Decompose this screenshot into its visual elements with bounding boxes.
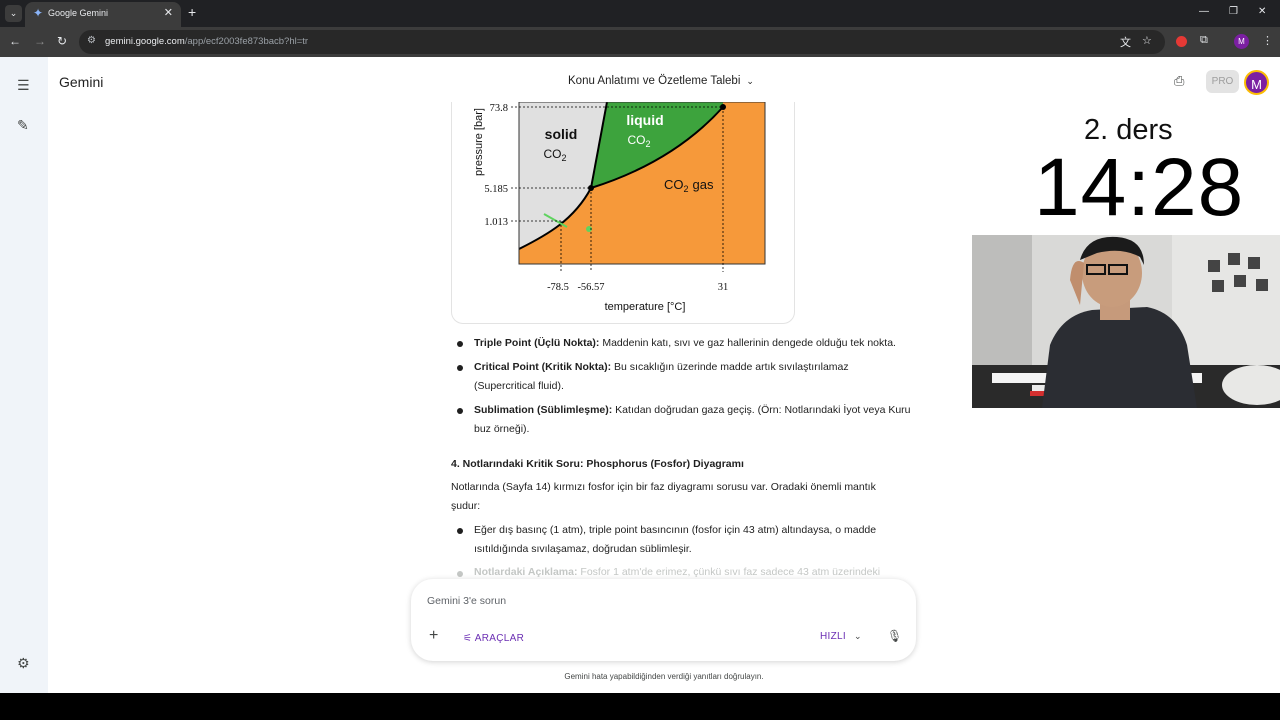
account-avatar[interactable]: M <box>1244 70 1269 95</box>
print-icon[interactable]: ⎙ <box>1174 73 1184 89</box>
tools-button[interactable]: ⚟ ARAÇLAR <box>463 633 524 644</box>
screen: ⌄ ✦ Google Gemini ✕ + — ❐ ✕ ← → ↻ ⚙ gemi… <box>0 0 1280 720</box>
translate-icon[interactable]: 文 <box>1120 34 1131 50</box>
side-rail: ☰ ✎ ⚙ <box>0 57 48 693</box>
x-axis-label: temperature [°C] <box>605 301 686 313</box>
prompt-input[interactable]: Gemini 3'e sorun <box>427 595 506 607</box>
extension-icon[interactable] <box>1176 36 1187 47</box>
bullet-dot <box>457 365 463 371</box>
prompt-box: Gemini 3'e sorun + ⚟ ARAÇLAR HIZLI ⌄ 🎙 <box>411 579 916 661</box>
phase-diagram-card: solid CO2 liquid CO2 CO2 gas 73.8 5.185 1… <box>451 101 795 324</box>
url-text: gemini.google.com/app/ecf2003fe873bacb?h… <box>105 36 309 47</box>
tab-title: Google Gemini <box>48 8 109 18</box>
paragraph: Notlarında (Sayfa 14) kırmızı fosfor içi… <box>451 481 876 512</box>
model-speed-selector[interactable]: HIZLI ⌄ <box>820 631 862 642</box>
chevron-down-icon: ⌄ <box>746 76 754 86</box>
chevron-down-icon: ⌄ <box>853 631 862 641</box>
browser-toolbar: ← → ↻ ⚙ gemini.google.com/app/ecf2003fe8… <box>0 27 1280 57</box>
tools-sliders-icon: ⚟ <box>463 633 475 644</box>
list-item: Critical Point (Kritik Nokta): Bu sıcakl… <box>474 361 849 392</box>
solid-label: solid <box>545 126 578 142</box>
restore-button[interactable]: ❐ <box>1229 6 1238 17</box>
y-axis-label: pressure [bar] <box>473 108 485 176</box>
list-item: Eğer dış basınç (1 atm), triple point ba… <box>474 524 877 555</box>
bullet-dot <box>457 571 463 577</box>
gemini-brand: Gemini <box>59 74 104 90</box>
conversation-title[interactable]: Konu Anlatımı ve Özetleme Talebi ⌄ <box>568 75 754 87</box>
pro-badge[interactable]: PRO <box>1206 70 1239 93</box>
extensions-puzzle-icon[interactable]: ⧉ <box>1200 34 1208 47</box>
new-tab-button[interactable]: + <box>188 4 196 20</box>
disclaimer-text: Gemini hata yapabildiğinden verdiği yanı… <box>564 672 764 681</box>
menu-icon[interactable]: ☰ <box>17 77 30 94</box>
site-info-icon[interactable]: ⚙ <box>87 35 96 46</box>
y-tick-label: 1.013 <box>484 217 508 228</box>
browser-tab-strip: ⌄ ✦ Google Gemini ✕ + — ❐ ✕ <box>0 0 1280 27</box>
list-item: Notlardaki Açıklama: Fosfor 1 atm'de eri… <box>474 566 881 578</box>
reload-button[interactable]: ↻ <box>57 34 67 48</box>
close-window-button[interactable]: ✕ <box>1258 6 1266 17</box>
browser-profile-avatar[interactable]: M <box>1234 34 1249 49</box>
new-chat-icon[interactable]: ✎ <box>17 117 29 134</box>
phase-diagram: solid CO2 liquid CO2 CO2 gas 73.8 5.185 1… <box>473 101 766 313</box>
critical-point-marker <box>720 104 726 110</box>
taskbar-area <box>0 693 1280 720</box>
bullet-dot <box>457 408 463 414</box>
countdown-timer: 14:28 <box>1034 142 1245 233</box>
liquid-label: liquid <box>626 112 663 128</box>
webcam-image <box>972 235 1280 408</box>
triple-point-marker <box>588 185 594 191</box>
tab-search-button[interactable]: ⌄ <box>5 5 22 22</box>
minimize-button[interactable]: — <box>1199 6 1209 17</box>
x-tick-label: -56.57 <box>577 282 604 293</box>
forward-button[interactable]: → <box>34 34 46 48</box>
x-tick-label: -78.5 <box>547 282 569 293</box>
browser-menu-icon[interactable]: ⋮ <box>1262 34 1273 47</box>
y-tick-label: 5.185 <box>484 184 508 195</box>
list-item: Triple Point (Üçlü Nokta): Maddenin katı… <box>474 337 896 349</box>
bookmark-star-icon[interactable]: ☆ <box>1142 34 1152 47</box>
add-attachment-button[interactable]: + <box>429 627 438 645</box>
browser-tab[interactable]: ✦ Google Gemini ✕ <box>25 2 181 27</box>
microphone-icon[interactable]: 🎙 <box>887 629 902 643</box>
tab-close-icon[interactable]: ✕ <box>164 6 173 19</box>
address-bar[interactable]: ⚙ gemini.google.com/app/ecf2003fe873bacb… <box>79 30 1165 54</box>
list-item: Sublimation (Süblimleşme): Katıdan doğru… <box>474 404 911 435</box>
y-tick-label: 73.8 <box>490 103 508 114</box>
settings-gear-icon[interactable]: ⚙ <box>17 655 30 672</box>
bullet-dot <box>457 528 463 534</box>
webcam-overlay <box>972 235 1280 408</box>
gemini-favicon-icon: ✦ <box>33 6 44 20</box>
back-button[interactable]: ← <box>9 34 21 48</box>
x-tick-label: 31 <box>718 282 729 293</box>
bullet-dot <box>457 341 463 347</box>
section-heading: 4. Notlarındaki Kritik Soru: Phosphorus … <box>451 458 744 470</box>
